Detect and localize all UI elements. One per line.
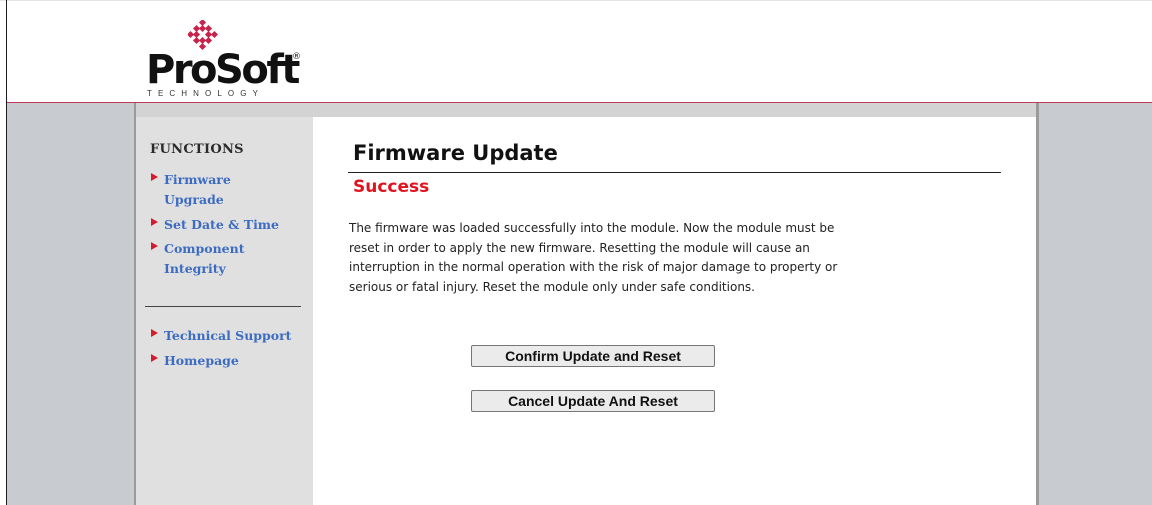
cancel-update-reset-button[interactable]: Cancel Update And Reset [471, 390, 715, 412]
logo-tagline: TECHNOLOGY [147, 89, 265, 98]
status-heading: Success [353, 177, 430, 197]
sidebar-title: FUNCTIONS [150, 142, 244, 157]
sidebar-divider [145, 306, 301, 307]
arrow-right-icon [151, 218, 158, 226]
frame-shadow-right [1036, 103, 1039, 505]
main-content: Firmware Update Success The firmware was… [313, 117, 1036, 505]
logo-wordmark: ProSoft [146, 47, 300, 93]
sidebar-item-label[interactable]: Set Date & Time [164, 215, 279, 235]
logo-registered-mark: ® [292, 52, 301, 62]
arrow-right-icon [151, 173, 158, 181]
sidebar-item-label[interactable]: Component Integrity [164, 239, 264, 279]
sidebar-item-label[interactable]: Technical Support [164, 326, 291, 346]
title-underline [348, 172, 1001, 173]
prosoft-logo: ProSoft ® TECHNOLOGY [144, 20, 304, 102]
sidebar-item-label[interactable]: Firmware Upgrade [164, 170, 254, 210]
frame-top-bar [136, 103, 1039, 117]
page-title: Firmware Update [353, 141, 558, 165]
confirm-update-reset-button[interactable]: Confirm Update and Reset [471, 345, 715, 367]
sidebar-item-label[interactable]: Homepage [164, 351, 239, 371]
arrow-right-icon [151, 354, 158, 362]
sidebar: FUNCTIONS Firmware Upgrade Set Date & Ti… [136, 117, 313, 505]
arrow-right-icon [151, 242, 158, 250]
status-message: The firmware was loaded successfully int… [349, 221, 838, 294]
arrow-right-icon [151, 329, 158, 337]
